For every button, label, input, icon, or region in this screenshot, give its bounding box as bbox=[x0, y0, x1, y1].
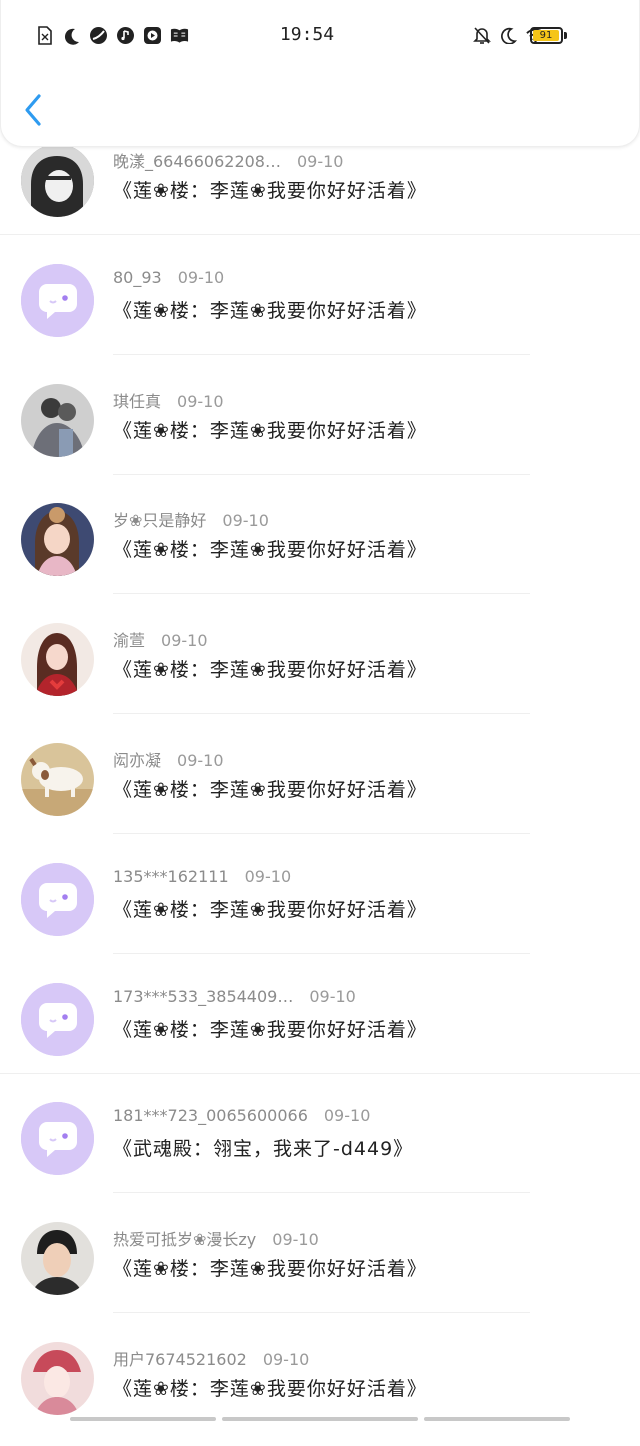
comment-date: 09-10 bbox=[309, 986, 356, 1006]
username[interactable]: 闳亦凝 bbox=[113, 751, 161, 770]
bell-off-icon bbox=[472, 26, 491, 45]
user-avatar[interactable] bbox=[21, 503, 94, 577]
comment-date: 09-10 bbox=[177, 267, 225, 287]
comment-row[interactable]: 173***533_3854409… 09-10 《莲❀楼：李莲❀我要你好好活着》 bbox=[0, 967, 640, 1087]
comment-text: 《莲❀楼：李莲❀我要你好好活着》 bbox=[113, 778, 427, 801]
divider bbox=[113, 353, 530, 355]
user-avatar[interactable] bbox=[21, 383, 94, 457]
comment-meta: 琪任真 09-10 bbox=[113, 388, 224, 412]
comment-text: 《武魂殿：翎宝，我来了-d449》 bbox=[113, 1138, 414, 1161]
comment-meta: 173***533_3854409… 09-10 bbox=[113, 987, 356, 1006]
comment-date: 09-10 bbox=[323, 1106, 371, 1126]
home-indicator bbox=[222, 1417, 418, 1421]
default-avatar-icon[interactable] bbox=[21, 1102, 94, 1176]
username[interactable]: 渝萱 bbox=[113, 631, 145, 650]
comment-date: 09-10 bbox=[177, 391, 224, 411]
comment-date: 09-10 bbox=[262, 1349, 310, 1369]
comment-date: 09-10 bbox=[296, 152, 344, 171]
comment-text: 《莲❀楼：李莲❀我要你好好活着》 bbox=[113, 180, 427, 202]
chevron-left-icon bbox=[25, 94, 41, 126]
default-avatar-icon[interactable] bbox=[21, 263, 94, 337]
comment-text: 《莲❀楼：李莲❀我要你好好活着》 bbox=[113, 419, 427, 442]
comment-date: 09-10 bbox=[161, 631, 208, 651]
user-avatar[interactable] bbox=[21, 623, 94, 697]
username[interactable]: 用户7674521602 bbox=[113, 1350, 247, 1369]
comment-meta: 晚漾_66466062208… 09-10 bbox=[113, 148, 343, 172]
divider bbox=[0, 1072, 640, 1074]
default-avatar-icon[interactable] bbox=[21, 982, 94, 1056]
username[interactable]: 173***533_3854409… bbox=[113, 987, 293, 1006]
battery-icon: 91 bbox=[530, 27, 563, 44]
comment-text: 《莲❀楼：李莲❀我要你好好活着》 bbox=[113, 1258, 427, 1281]
divider bbox=[113, 952, 530, 954]
divider bbox=[113, 1312, 530, 1314]
divider bbox=[113, 713, 530, 715]
comment-row[interactable]: 用户7674521602 09-10 《莲❀楼：李莲❀我要你好好活着》 bbox=[0, 1326, 640, 1446]
comment-meta: 80_93 09-10 bbox=[113, 268, 224, 287]
home-indicator bbox=[424, 1417, 570, 1421]
comment-meta: 热爱可抵岁❀漫长zy 09-10 bbox=[113, 1226, 319, 1250]
battery-cap bbox=[564, 32, 567, 39]
comment-text: 《莲❀楼：李莲❀我要你好好活着》 bbox=[113, 659, 427, 682]
moon-icon bbox=[499, 26, 518, 45]
user-avatar[interactable] bbox=[21, 1222, 94, 1296]
divider bbox=[0, 234, 640, 235]
comment-date: 09-10 bbox=[272, 1230, 319, 1250]
comment-row[interactable]: 80_93 09-10 《莲❀楼：李莲❀我要你好好活着》 bbox=[0, 248, 640, 368]
comment-row[interactable]: 闳亦凝 09-10 《莲❀楼：李莲❀我要你好好活着》 bbox=[0, 727, 640, 847]
status-bar: 19:54 91 bbox=[1, 20, 640, 54]
battery-level: 91 bbox=[533, 30, 559, 41]
user-avatar[interactable] bbox=[21, 144, 94, 217]
default-avatar-icon[interactable] bbox=[21, 862, 94, 936]
comment-date: 09-10 bbox=[222, 511, 269, 531]
comment-row[interactable]: 135***162111 09-10 《莲❀楼：李莲❀我要你好好活着》 bbox=[0, 847, 640, 967]
comment-date: 09-10 bbox=[244, 866, 292, 886]
comment-list: 晚漾_66466062208… 09-10 《莲❀楼：李莲❀我要你好好活着》 80… bbox=[0, 128, 640, 1446]
divider bbox=[113, 473, 530, 475]
comment-row[interactable]: 岁❀只是静好 09-10 《莲❀楼：李莲❀我要你好好活着》 bbox=[0, 487, 640, 607]
comment-row[interactable]: 琪任真 09-10 《莲❀楼：李莲❀我要你好好活着》 bbox=[0, 368, 640, 488]
comment-meta: 用户7674521602 09-10 bbox=[113, 1346, 309, 1370]
comment-meta: 闳亦凝 09-10 bbox=[113, 747, 224, 771]
comment-row[interactable]: 181***723_0065600066 09-10 《武魂殿：翎宝，我来了-d4… bbox=[0, 1086, 640, 1206]
divider bbox=[113, 1192, 530, 1194]
comment-text: 《莲❀楼：李莲❀我要你好好活着》 bbox=[113, 898, 427, 921]
comment-meta: 181***723_0065600066 09-10 bbox=[113, 1106, 370, 1125]
username[interactable]: 181***723_0065600066 bbox=[113, 1106, 308, 1125]
username[interactable]: 135***162111 bbox=[113, 867, 229, 886]
comment-row[interactable]: 渝萱 09-10 《莲❀楼：李莲❀我要你好好活着》 bbox=[0, 607, 640, 727]
comment-date: 09-10 bbox=[177, 750, 224, 770]
username[interactable]: 80_93 bbox=[113, 268, 162, 287]
username[interactable]: 晚漾_66466062208… bbox=[113, 152, 281, 171]
comment-text: 《莲❀楼：李莲❀我要你好好活着》 bbox=[113, 1018, 427, 1041]
comment-text: 《莲❀楼：李莲❀我要你好好活着》 bbox=[113, 299, 427, 322]
comment-row[interactable]: 热爱可抵岁❀漫长zy 09-10 《莲❀楼：李莲❀我要你好好活着》 bbox=[0, 1206, 640, 1326]
comment-meta: 渝萱 09-10 bbox=[113, 627, 208, 651]
user-avatar[interactable] bbox=[21, 1341, 94, 1415]
top-header: 19:54 91 bbox=[0, 0, 640, 147]
home-indicator bbox=[70, 1417, 216, 1421]
user-avatar[interactable] bbox=[21, 742, 94, 816]
username[interactable]: 琪任真 bbox=[113, 392, 161, 411]
username[interactable]: 热爱可抵岁❀漫长zy bbox=[113, 1230, 256, 1249]
comment-text: 《莲❀楼：李莲❀我要你好好活着》 bbox=[113, 1377, 427, 1400]
back-button[interactable] bbox=[21, 92, 57, 132]
divider bbox=[113, 593, 530, 595]
divider bbox=[113, 832, 530, 834]
comment-text: 《莲❀楼：李莲❀我要你好好活着》 bbox=[113, 539, 427, 562]
comment-meta: 135***162111 09-10 bbox=[113, 867, 291, 886]
username[interactable]: 岁❀只是静好 bbox=[113, 511, 206, 530]
comment-meta: 岁❀只是静好 09-10 bbox=[113, 507, 269, 531]
